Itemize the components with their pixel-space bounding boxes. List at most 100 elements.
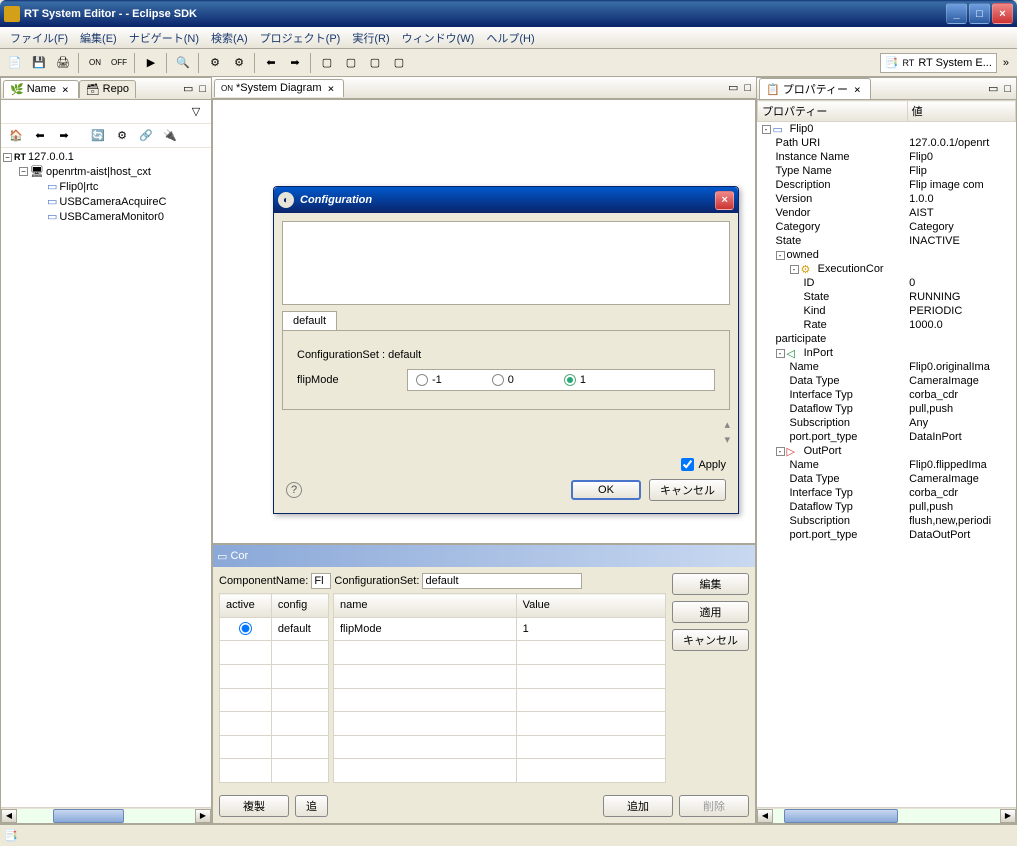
save-button[interactable]: 💾	[28, 52, 50, 74]
link-icon[interactable]: 🔗	[135, 125, 157, 147]
tool-button[interactable]: ⚙	[204, 52, 226, 74]
prop-name: Description	[776, 179, 831, 191]
ok-button[interactable]: OK	[571, 480, 641, 500]
tree-root[interactable]: 127.0.0.1	[28, 151, 74, 163]
menu-help[interactable]: ヘルプ(H)	[480, 28, 540, 48]
menu-file[interactable]: ファイル(F)	[4, 28, 74, 48]
props-scrollbar[interactable]: ◀▶	[757, 807, 1016, 823]
componentname-input[interactable]	[311, 573, 331, 589]
print-button[interactable]: 🖨	[52, 52, 74, 74]
run-button[interactable]: ▶	[140, 52, 162, 74]
close-button[interactable]: ×	[992, 3, 1013, 24]
minimize-view-icon[interactable]: ▭	[180, 82, 196, 95]
home-icon[interactable]: 🏠	[5, 125, 27, 147]
active-radio[interactable]	[239, 622, 252, 635]
fwd-button[interactable]: ➡	[284, 52, 306, 74]
expand-icon[interactable]: -	[776, 447, 785, 456]
radio-1[interactable]: 1	[564, 374, 586, 386]
close-tab-icon[interactable]: ×	[59, 83, 72, 96]
dialog-tab-default[interactable]: default	[282, 311, 337, 330]
menu-window[interactable]: ウィンドウ(W)	[396, 28, 481, 48]
toolbar: 📄 💾 🖨 ON OFF ▶ 🔍 ⚙ ⚙ ⬅ ➡ ▢ ▢ ▢ ▢ 📑 RT RT…	[0, 49, 1017, 77]
cfgset-input[interactable]	[422, 573, 582, 589]
minimize-view-icon[interactable]: ▭	[985, 82, 1001, 95]
back-button[interactable]: ⬅	[260, 52, 282, 74]
close-tab-icon[interactable]: ×	[851, 83, 864, 96]
prop-name: participate	[776, 333, 827, 345]
filter-icon[interactable]: ⚙	[111, 125, 133, 147]
menu-project[interactable]: プロジェクト(P)	[254, 28, 347, 48]
close-tab-icon[interactable]: ×	[325, 82, 338, 95]
minimize-button[interactable]: _	[946, 3, 967, 24]
add2-button[interactable]: 追	[295, 795, 328, 817]
cancel-button[interactable]: キャンセル	[672, 629, 749, 651]
menu-edit[interactable]: 編集(E)	[74, 28, 123, 48]
dialog-icon: ◐	[278, 192, 294, 208]
duplicate-button[interactable]: 複製	[219, 795, 289, 817]
maximize-view-icon[interactable]: □	[1001, 83, 1014, 95]
maximize-view-icon[interactable]: □	[196, 83, 209, 95]
maximize-view-icon[interactable]: □	[741, 82, 754, 94]
radio-minus1[interactable]: -1	[416, 374, 442, 386]
apply-checkbox[interactable]	[681, 458, 694, 471]
help-button[interactable]: ?	[286, 482, 302, 498]
misc2-button[interactable]: ▢	[340, 52, 362, 74]
view-menu-icon[interactable]: ▽	[185, 101, 207, 123]
tree-item[interactable]: USBCameraAcquireC	[59, 196, 166, 208]
tab-system-diagram[interactable]: ON *System Diagram ×	[214, 79, 344, 97]
menu-search[interactable]: 検索(A)	[205, 28, 254, 48]
expand-icon[interactable]: -	[762, 125, 771, 134]
perspective-more[interactable]: »	[999, 57, 1013, 69]
radio-0[interactable]: 0	[492, 374, 514, 386]
minimize-view-icon[interactable]: ▭	[725, 81, 741, 94]
tool2-button[interactable]: ⚙	[228, 52, 250, 74]
new-button[interactable]: 📄	[4, 52, 26, 74]
edit-button[interactable]: 編集	[672, 573, 749, 595]
misc4-button[interactable]: ▢	[388, 52, 410, 74]
config-top-row: ComponentName: ConfigurationSet:	[219, 573, 666, 589]
name-value-table[interactable]: nameValue flipMode1	[333, 593, 666, 783]
tab-repo[interactable]: 🗃 Repo	[79, 80, 136, 98]
scroll-up-icon[interactable]: ▴	[724, 418, 730, 431]
apply-button[interactable]: 適用	[672, 601, 749, 623]
misc3-button[interactable]: ▢	[364, 52, 386, 74]
perspective-tab[interactable]: 📑 RT RT System E...	[880, 53, 997, 73]
misc1-button[interactable]: ▢	[316, 52, 338, 74]
prop-value: 1000.0	[907, 318, 1015, 332]
scroll-down-icon[interactable]: ▾	[724, 433, 730, 446]
prop-name: OutPort	[804, 445, 842, 457]
delete-button[interactable]: 削除	[679, 795, 749, 817]
tree-item[interactable]: USBCameraMonitor0	[59, 211, 164, 223]
left-scrollbar[interactable]: ◀▶	[1, 807, 211, 823]
on-button[interactable]: ON	[84, 52, 106, 74]
expand-icon[interactable]: -	[790, 265, 799, 274]
fwd-icon[interactable]: ➡	[53, 125, 75, 147]
expand-icon[interactable]: -	[776, 251, 785, 260]
tab-properties[interactable]: 📋 プロパティー ×	[759, 78, 871, 99]
menu-run[interactable]: 実行(R)	[346, 28, 395, 48]
prop-name: State	[776, 235, 802, 247]
dialog-title-bar[interactable]: ◐ Configuration ×	[274, 187, 738, 213]
tree-item[interactable]: Flip0|rtc	[59, 181, 98, 193]
left-tabs: 🌿 Name × 🗃 Repo ▭ □	[1, 78, 211, 100]
name-tree[interactable]: − RT 127.0.0.1 − 🖥 openrtm-aist|host_cxt…	[1, 148, 211, 807]
off-button[interactable]: OFF	[108, 52, 130, 74]
add-button[interactable]: 追加	[603, 795, 673, 817]
tab-name[interactable]: 🌿 Name ×	[3, 80, 79, 98]
refresh-icon[interactable]: 🔄	[87, 125, 109, 147]
maximize-button[interactable]: □	[969, 3, 990, 24]
cancel-button[interactable]: キャンセル	[649, 479, 726, 501]
menu-navigate[interactable]: ナビゲート(N)	[123, 28, 205, 48]
host-icon: 🖥	[30, 165, 44, 178]
active-config-table[interactable]: activeconfig default	[219, 593, 329, 783]
expand-icon[interactable]: −	[19, 167, 28, 176]
expand-icon[interactable]: -	[776, 349, 785, 358]
properties-table[interactable]: プロパティー値 -▭ Flip0Path URI127.0.0.1/openrt…	[757, 100, 1016, 807]
connect-icon[interactable]: 🔌	[159, 125, 181, 147]
dialog-close-button[interactable]: ×	[715, 191, 734, 210]
tree-ctx[interactable]: openrtm-aist|host_cxt	[46, 166, 151, 178]
expand-icon[interactable]: −	[3, 153, 12, 162]
properties-tabs: 📋 プロパティー × ▭ □	[757, 78, 1016, 100]
search-button[interactable]: 🔍	[172, 52, 194, 74]
back-icon[interactable]: ⬅	[29, 125, 51, 147]
